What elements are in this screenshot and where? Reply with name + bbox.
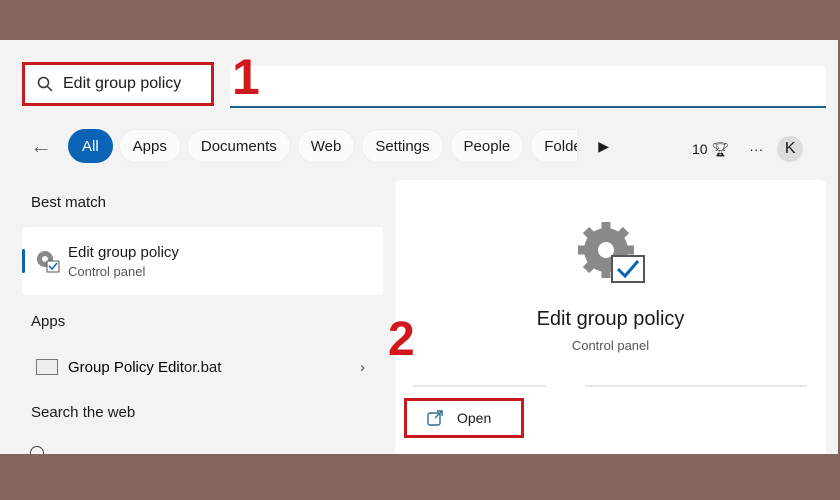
detail-subtitle: Control panel bbox=[571, 338, 650, 353]
tab-web[interactable]: Web bbox=[296, 129, 356, 163]
back-arrow-icon[interactable]: ← bbox=[30, 133, 62, 159]
play-more-tabs-icon[interactable]: ▶ bbox=[598, 138, 609, 155]
divider bbox=[413, 385, 546, 387]
detail-title: Edit group policy bbox=[536, 308, 685, 330]
more-options-icon[interactable]: ··· bbox=[749, 141, 763, 157]
tab-settings[interactable]: Settings bbox=[361, 129, 444, 163]
filter-tabs: ← All Apps Documents Web Settings People… bbox=[30, 129, 609, 163]
open-button[interactable]: Open bbox=[404, 398, 524, 438]
callout-1: 1 bbox=[232, 49, 260, 105]
search-window: Edit group policy 1 ← All Apps Documents… bbox=[0, 40, 838, 454]
open-external-icon bbox=[427, 410, 443, 426]
search-query: Edit group policy bbox=[63, 75, 182, 92]
avatar[interactable]: K bbox=[777, 136, 804, 162]
batch-file-icon bbox=[36, 359, 58, 375]
best-match-title: Edit group policy bbox=[68, 243, 179, 261]
gear-check-large-icon bbox=[578, 222, 645, 283]
search-web-heading: Search the web bbox=[31, 404, 136, 421]
gear-check-icon bbox=[37, 251, 60, 273]
divider bbox=[585, 385, 807, 387]
tab-folders[interactable]: Folde bbox=[530, 129, 579, 163]
app-item[interactable]: Group Policy Editor.bat › bbox=[22, 350, 383, 384]
tab-apps[interactable]: Apps bbox=[118, 129, 181, 163]
web-search-icon bbox=[30, 446, 44, 454]
rewards-points[interactable]: 10 🏆︎ bbox=[692, 141, 729, 158]
tab-people[interactable]: People bbox=[449, 129, 525, 163]
tab-documents[interactable]: Documents bbox=[186, 129, 291, 163]
search-bar[interactable] bbox=[230, 66, 826, 108]
best-match-item[interactable]: Edit group policy Control panel bbox=[22, 227, 383, 295]
search-input[interactable]: Edit group policy bbox=[22, 62, 214, 106]
search-icon bbox=[37, 76, 53, 92]
best-match-heading: Best match bbox=[31, 194, 107, 211]
apps-heading: Apps bbox=[31, 313, 66, 330]
chevron-right-icon[interactable]: › bbox=[360, 359, 365, 376]
trophy-icon: 🏆︎ bbox=[711, 140, 730, 157]
best-match-subtitle: Control panel bbox=[68, 263, 146, 279]
tab-all[interactable]: All bbox=[68, 129, 113, 163]
callout-2: 2 bbox=[388, 313, 415, 366]
toolbar: 10 🏆︎ ··· K bbox=[692, 136, 804, 162]
